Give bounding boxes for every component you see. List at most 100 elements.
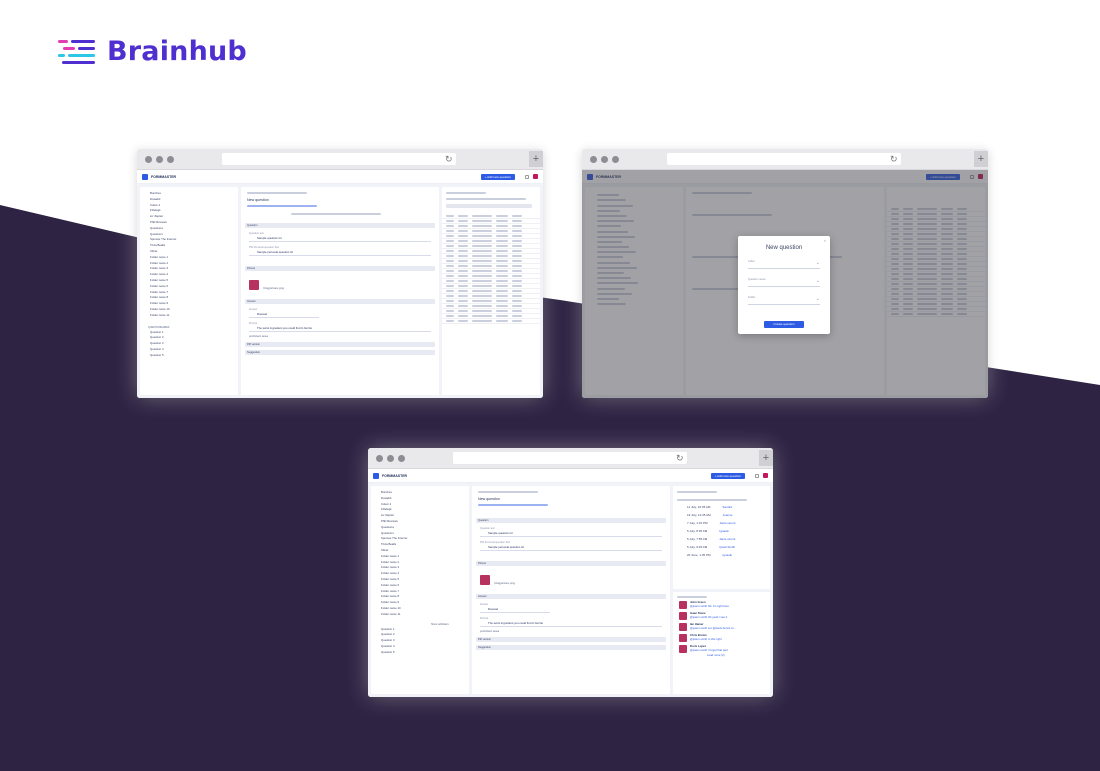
app-name: FORMMASTER bbox=[382, 473, 408, 478]
activity-user-link[interactable]: Quatt.Smith bbox=[719, 545, 735, 549]
personal-text-input[interactable]: Sample personal question txt bbox=[480, 545, 662, 551]
comment-text: @joann.smith In this right bbox=[690, 636, 722, 641]
section-question[interactable]: Question bbox=[245, 223, 435, 228]
section-picture[interactable]: Picture bbox=[476, 561, 666, 566]
settings-icon[interactable] bbox=[755, 473, 759, 478]
comment-item: Ian Hamer @joann.smith Let @davis.henze t… bbox=[673, 620, 770, 631]
question-text-input[interactable]: Sample question txt bbox=[249, 236, 431, 242]
question-text-label: Question text bbox=[480, 527, 495, 530]
question-name-input[interactable] bbox=[748, 278, 820, 287]
activity-date: 20 June, 1:35 PM bbox=[687, 553, 711, 557]
activity-user-link[interactable]: Sandra bbox=[722, 505, 732, 509]
folder-select[interactable] bbox=[748, 296, 820, 305]
new-question-modal: × New question Label Question name Folde… bbox=[738, 236, 830, 334]
new-tab-icon[interactable]: + bbox=[974, 151, 988, 167]
reload-icon[interactable]: ↻ bbox=[890, 153, 898, 165]
hint-input[interactable]: The worst ingredient you could find in b… bbox=[480, 621, 662, 627]
comment-item: Chris Brown @joann.smith In this right bbox=[673, 631, 770, 642]
activity-row[interactable]: 7 July, 1:15 PM Janis.vermit bbox=[673, 519, 770, 527]
comment-avatar bbox=[679, 612, 687, 620]
activity-row[interactable]: 5 July, 9:45 AM Quatt.Smith bbox=[673, 543, 770, 551]
section-pdf[interactable]: Pdf version bbox=[245, 342, 435, 347]
app-topbar: FORMMASTER + Add new question bbox=[137, 170, 543, 184]
question-title: New question bbox=[247, 198, 269, 202]
picture-thumbnail bbox=[480, 574, 490, 585]
hint-input[interactable]: The worst ingredient you could find in b… bbox=[249, 326, 431, 332]
new-tab-icon[interactable]: + bbox=[529, 151, 543, 167]
answer-label: Answer bbox=[249, 308, 258, 311]
section-picture[interactable]: Picture bbox=[245, 266, 435, 271]
section-suggestion[interactable]: Suggestion bbox=[476, 645, 666, 650]
app-topbar: FORMMASTER + Add new question bbox=[368, 469, 773, 483]
comment-avatar bbox=[679, 601, 687, 609]
folder-tree: Bunches Dosadid Cdsvc 4 Frllelegk Liz Zapite… bbox=[140, 191, 238, 319]
reload-icon[interactable]: ↻ bbox=[676, 452, 684, 464]
tree-item[interactable]: Folder name 11 bbox=[140, 313, 238, 319]
activity-user-link[interactable]: Joanne bbox=[723, 513, 733, 517]
comment-text: @joann.smith Ok yeah i see it bbox=[690, 614, 728, 619]
activity-date: 5 July, 9:45 AM bbox=[687, 545, 708, 549]
browser-chrome: ↻ + bbox=[368, 448, 773, 469]
activity-row[interactable]: 5 July, 7:55 AM Janis.vermit bbox=[673, 535, 770, 543]
load-more-link[interactable]: Load more (2) bbox=[673, 653, 770, 658]
picture-filename[interactable]: blogpicture.png bbox=[494, 581, 515, 585]
activity-row[interactable]: 5 July, 8:35 AM Ignasik bbox=[673, 527, 770, 535]
brand-name: Brainhub bbox=[107, 36, 247, 67]
activity-date: 5 July, 8:35 AM bbox=[687, 529, 708, 533]
activity-user-link[interactable]: Ignasik bbox=[723, 553, 733, 557]
avatar[interactable] bbox=[763, 473, 768, 478]
folders-panel: Bunches Dosadid Cdsvc 4 Frllelegk Liz Zapite… bbox=[140, 187, 238, 395]
section-answer[interactable]: Answer bbox=[476, 594, 666, 599]
label-select[interactable] bbox=[748, 260, 820, 269]
table-row[interactable] bbox=[442, 319, 540, 324]
comment-body: Ian Hamer @joann.smith Let @davis.henze t… bbox=[690, 622, 736, 631]
browser-window-editor: ↻ + FORMMASTER + Add new question Bunche… bbox=[137, 149, 543, 398]
add-question-button[interactable]: + Add new question bbox=[480, 173, 515, 180]
section-pdf[interactable]: Pdf version bbox=[476, 637, 666, 642]
comment-item: Isaac Stone @joann.smith Ok yeah i see it bbox=[673, 609, 770, 620]
question-item[interactable]: Question 5 bbox=[140, 353, 238, 359]
activity-date: 19 July, 12:35 AM bbox=[687, 513, 711, 517]
question-item[interactable]: Question 5 bbox=[371, 650, 469, 656]
browser-chrome: ↻ + bbox=[137, 149, 543, 170]
activity-row[interactable]: 19 July, 12:35 AM Joanne bbox=[673, 511, 770, 519]
activity-panel: 11 July, 10:35 AM Sandra 19 July, 12:35 AM… bbox=[673, 486, 770, 589]
question-text-input[interactable]: Sample question txt bbox=[480, 531, 662, 537]
activity-row[interactable]: 11 July, 10:35 AM Sandra bbox=[673, 503, 770, 511]
personal-text-input[interactable]: Sample personal question txt bbox=[249, 250, 431, 256]
activity-row[interactable]: 20 June, 1:35 PM Ignasik bbox=[673, 551, 770, 559]
proficient-checkbox[interactable]: proficient area bbox=[241, 334, 439, 339]
picture-filename[interactable]: blogpicture.png bbox=[263, 286, 284, 290]
activity-user-link[interactable]: Janis.vermit bbox=[719, 521, 735, 525]
comment-list: John Green @joann.smith Ok. it's right he… bbox=[673, 598, 770, 653]
address-bar[interactable] bbox=[453, 452, 687, 464]
add-question-button[interactable]: + Add new question bbox=[710, 472, 745, 479]
address-bar[interactable] bbox=[667, 153, 901, 165]
folder-tree: Bunches Dosadid Cdsvc 4 Frllelegk Liz Zapite… bbox=[371, 490, 469, 618]
answer-select[interactable]: Roussel bbox=[480, 607, 550, 613]
avatar[interactable] bbox=[533, 174, 538, 179]
answer-select[interactable]: Roussel bbox=[249, 312, 319, 318]
section-answer[interactable]: Answer bbox=[245, 299, 435, 304]
section-suggestion[interactable]: Suggestion bbox=[245, 350, 435, 355]
create-question-button[interactable]: Create question bbox=[764, 321, 804, 328]
comment-item: John Green @joann.smith Ok. it's right he… bbox=[673, 598, 770, 609]
activity-user-link[interactable]: Ignasik bbox=[719, 529, 729, 533]
personal-text-label: PW Personal question Text bbox=[480, 541, 510, 544]
settings-icon[interactable] bbox=[525, 174, 529, 179]
brainhub-logo: Brainhub bbox=[58, 36, 247, 67]
modal-title: New question bbox=[765, 245, 803, 251]
close-icon[interactable]: × bbox=[824, 238, 826, 243]
proficient-checkbox[interactable]: proficient area bbox=[472, 629, 670, 634]
activity-user-link[interactable]: Janis.vermit bbox=[719, 537, 735, 541]
address-bar[interactable] bbox=[222, 153, 456, 165]
personal-text-label: PW Personal question Text bbox=[249, 246, 279, 249]
question-list: Question 1 Question 2 Question 3 Question 4… bbox=[140, 330, 238, 359]
comments-panel: John Green @joann.smith Ok. it's right he… bbox=[673, 592, 770, 694]
reload-icon[interactable]: ↻ bbox=[445, 153, 453, 165]
section-question[interactable]: Question bbox=[476, 518, 666, 523]
tree-item[interactable]: Folder name 11 bbox=[371, 612, 469, 618]
comment-text: @joann.smith Let @davis.henze to... bbox=[690, 625, 736, 630]
hint-label: Prompt bbox=[480, 617, 489, 620]
new-tab-icon[interactable]: + bbox=[759, 450, 773, 466]
